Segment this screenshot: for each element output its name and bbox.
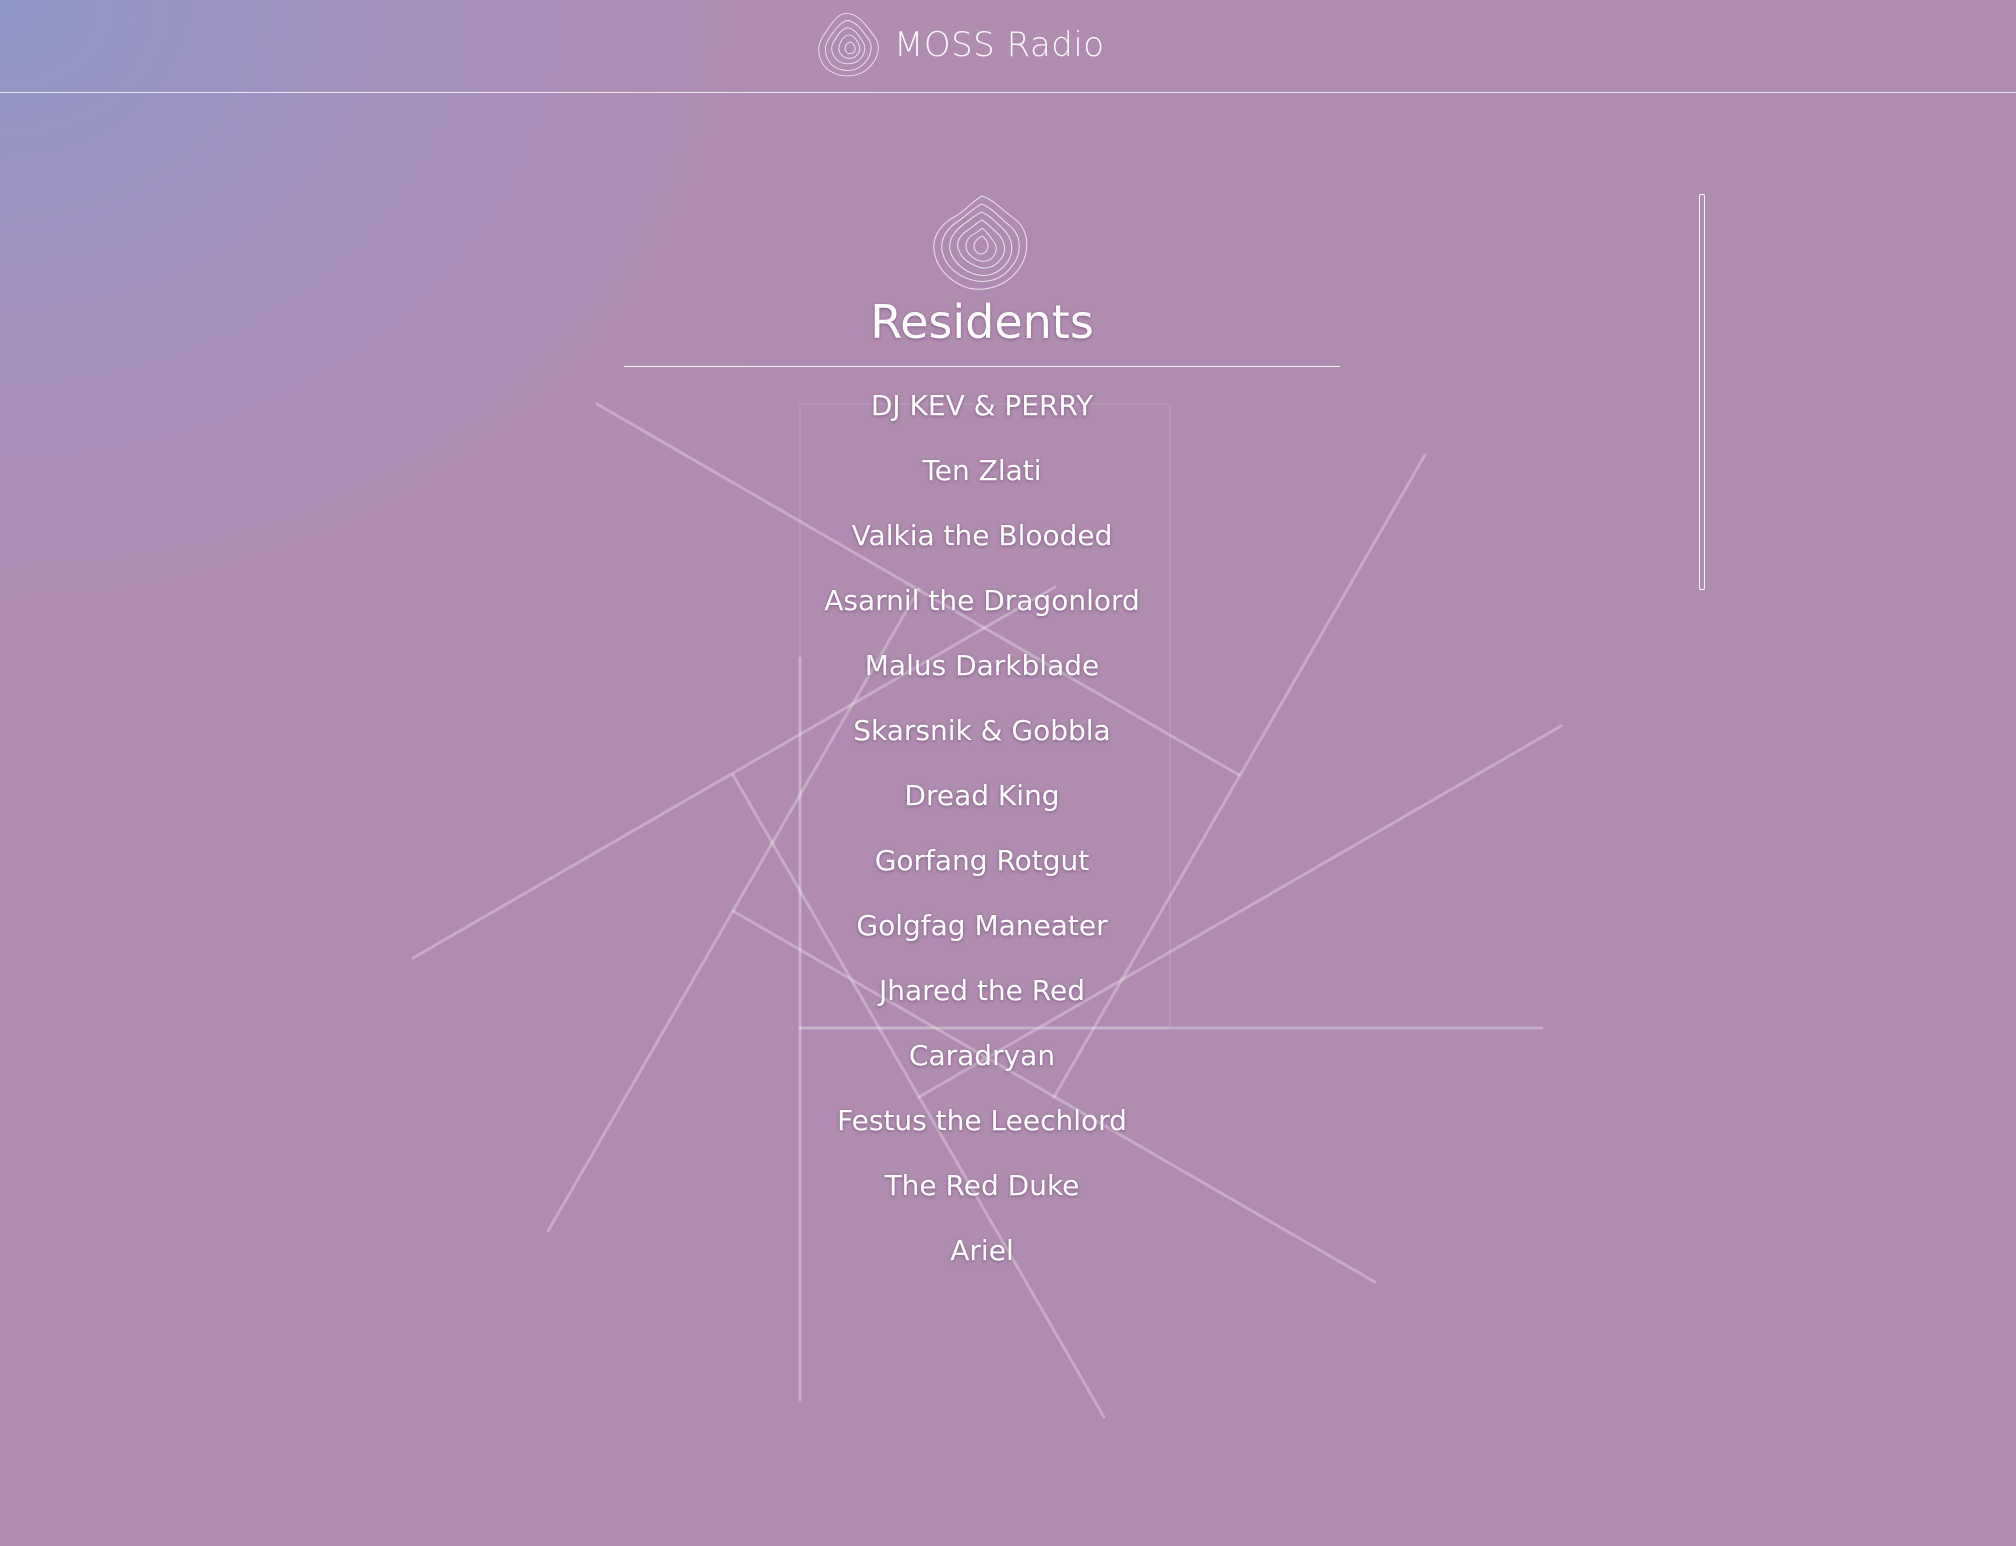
section-divider: [624, 366, 1340, 367]
section-title: Residents: [870, 295, 1094, 349]
resident-link[interactable]: Malus Darkblade: [865, 649, 1100, 683]
scrollbar-thumb[interactable]: [1699, 194, 1705, 590]
residents-list: DJ KEV & PERRY Ten Zlati Valkia the Bloo…: [624, 389, 1340, 1299]
brand-home-link[interactable]: MOSS Radio: [812, 8, 1105, 82]
resident-link[interactable]: Valkia the Blooded: [852, 519, 1113, 553]
brand-title: MOSS Radio: [894, 25, 1105, 65]
list-item: The Red Duke: [624, 1169, 1340, 1234]
list-item: Ariel: [624, 1234, 1340, 1299]
list-item: Asarnil the Dragonlord: [624, 584, 1340, 649]
resident-link[interactable]: Festus the Leechlord: [837, 1104, 1127, 1138]
resident-link[interactable]: Dread King: [904, 779, 1059, 813]
wave-contour-logo-icon: [933, 195, 1028, 290]
list-item: Dread King: [624, 779, 1340, 844]
residents-section: Residents DJ KEV & PERRY Ten Zlati Valki…: [624, 194, 1340, 1299]
list-item: Skarsnik & Gobbla: [624, 714, 1340, 779]
list-item: Gorfang Rotgut: [624, 844, 1340, 909]
list-item: Caradryan: [624, 1039, 1340, 1104]
resident-link[interactable]: The Red Duke: [885, 1169, 1080, 1203]
resident-link[interactable]: Ariel: [950, 1234, 1013, 1268]
resident-link[interactable]: Ten Zlati: [922, 454, 1041, 488]
list-item: Festus the Leechlord: [624, 1104, 1340, 1169]
resident-link[interactable]: Jhared the Red: [879, 974, 1085, 1008]
wave-contour-logo-icon: [818, 12, 879, 77]
list-item: Jhared the Red: [624, 974, 1340, 1039]
resident-link[interactable]: Golgfag Maneater: [856, 909, 1107, 943]
resident-link[interactable]: Gorfang Rotgut: [875, 844, 1090, 878]
resident-link[interactable]: Asarnil the Dragonlord: [824, 584, 1140, 618]
list-item: Valkia the Blooded: [624, 519, 1340, 584]
list-item: Ten Zlati: [624, 454, 1340, 519]
resident-link[interactable]: Skarsnik & Gobbla: [853, 714, 1110, 748]
list-item: Golgfag Maneater: [624, 909, 1340, 974]
resident-link[interactable]: Caradryan: [909, 1039, 1055, 1073]
resident-link[interactable]: DJ KEV & PERRY: [871, 389, 1093, 423]
list-item: Malus Darkblade: [624, 649, 1340, 714]
list-item: DJ KEV & PERRY: [624, 389, 1340, 454]
top-navigation-bar: MOSS Radio: [0, 0, 2016, 93]
